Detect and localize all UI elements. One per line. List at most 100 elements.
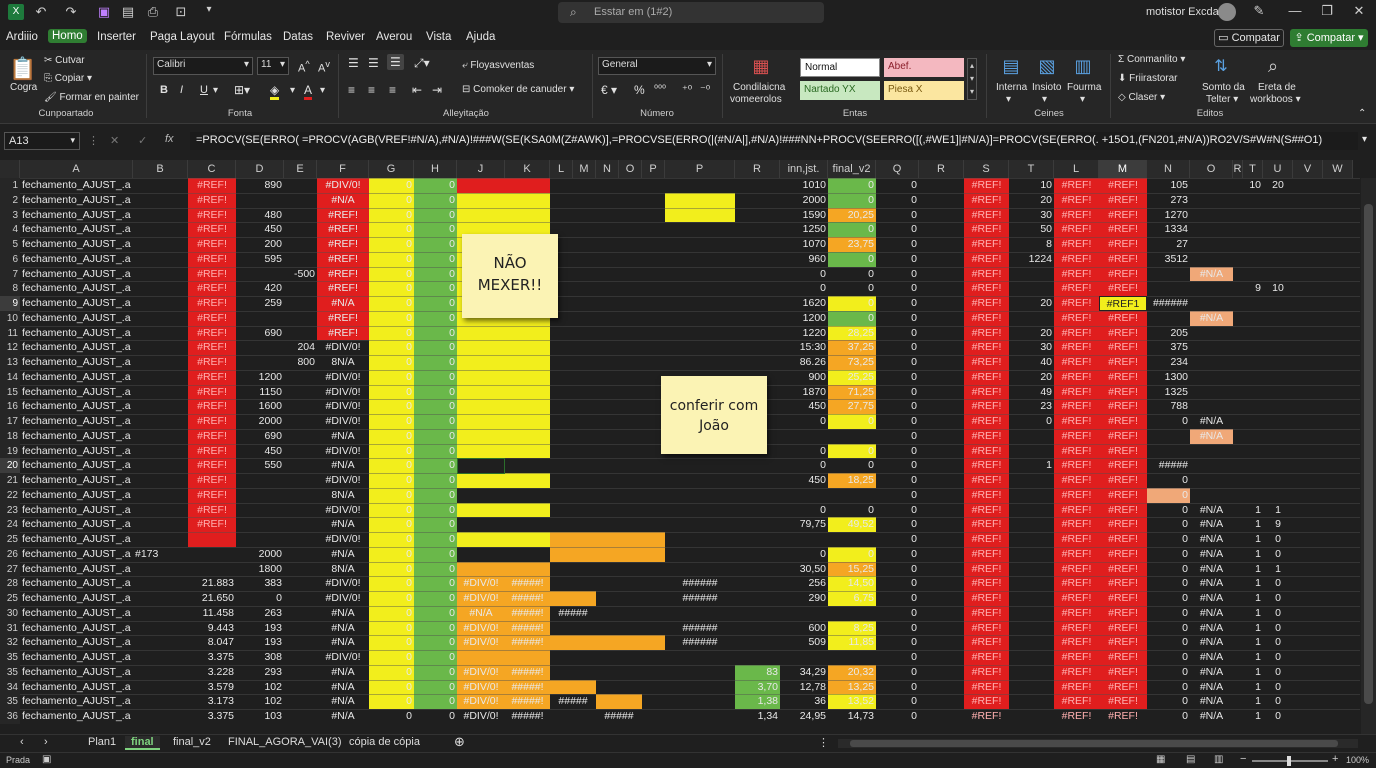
cell[interactable]: 3.228	[188, 665, 236, 680]
cell[interactable]: 1	[1243, 650, 1263, 665]
cell[interactable]: 0	[369, 429, 414, 444]
cell[interactable]: 0	[369, 237, 414, 252]
cell[interactable]: 83	[735, 665, 780, 680]
cell[interactable]: fechamento_AJUST_.a	[20, 296, 133, 311]
cell[interactable]: fechamento_AJUST_.a	[20, 399, 133, 414]
cell[interactable]: 8.047	[188, 635, 236, 650]
cell[interactable]: 21.650	[188, 591, 236, 606]
column-header[interactable]: T	[1243, 160, 1263, 178]
cell[interactable]: #DIV/0!	[317, 399, 369, 414]
cell[interactable]: 0	[369, 370, 414, 385]
cell[interactable]: #REF!	[964, 517, 1009, 532]
cell[interactable]: #N/A	[317, 547, 369, 562]
cell[interactable]: #REF!	[188, 385, 236, 400]
row-header[interactable]: 31	[0, 620, 20, 636]
cell[interactable]: 0	[876, 621, 919, 636]
cell[interactable]: 8N/A	[317, 562, 369, 577]
cell[interactable]: #REF!	[1054, 237, 1099, 252]
cell[interactable]: fechamento_AJUST_.a	[20, 444, 133, 459]
cell[interactable]: #DIV/0!	[317, 576, 369, 591]
cell[interactable]: 0	[828, 503, 876, 518]
column-header[interactable]: T	[1009, 160, 1054, 178]
fill-color-chevron-icon[interactable]: ▾	[290, 85, 295, 96]
column-header[interactable]: inn,jst.	[780, 160, 828, 178]
cell[interactable]: 0	[1263, 547, 1293, 562]
cell[interactable]: #REF!	[1054, 370, 1099, 385]
italic-button[interactable]: I	[180, 84, 183, 96]
cell[interactable]: 0	[780, 414, 828, 429]
cell[interactable]: #REF!	[188, 473, 236, 488]
cell[interactable]: #REF!	[1099, 222, 1147, 237]
cell[interactable]: fechamento_AJUST_.a	[20, 385, 133, 400]
enter-icon[interactable]: ✓	[138, 134, 147, 147]
cell[interactable]: #REF!	[964, 562, 1009, 577]
cell[interactable]: 6,75	[828, 591, 876, 606]
column-header[interactable]: P	[642, 160, 665, 178]
cell[interactable]: 27,75	[828, 399, 876, 414]
cell[interactable]: 0	[876, 355, 919, 370]
merge-center-button[interactable]: ⊟ Comoker de canuder ▾	[462, 84, 574, 95]
cell[interactable]: 0	[369, 326, 414, 341]
cell[interactable]: 0	[414, 326, 457, 341]
cell[interactable]: fechamento_AJUST_.a	[20, 267, 133, 282]
cell[interactable]: #REF!	[188, 517, 236, 532]
cell[interactable]: 0	[369, 311, 414, 326]
cell[interactable]: 0	[414, 576, 457, 591]
cell[interactable]: 0	[828, 252, 876, 267]
cell[interactable]: fechamento_AJUST_.a	[20, 208, 133, 223]
cell[interactable]: 1	[1263, 503, 1293, 518]
shrink-font-icon[interactable]: Av	[318, 59, 330, 75]
cell[interactable]: 0	[369, 385, 414, 400]
cell[interactable]: fechamento_AJUST_.a	[20, 503, 133, 518]
cell[interactable]: 20	[1009, 296, 1054, 311]
cell[interactable]: #REF!	[188, 355, 236, 370]
cell[interactable]: 1	[1243, 635, 1263, 650]
cell[interactable]: 0	[876, 606, 919, 621]
cell[interactable]: 0	[369, 606, 414, 621]
sheet-tab-final-v2[interactable]: final_v2	[173, 736, 211, 748]
cell[interactable]: 0	[369, 488, 414, 503]
cell[interactable]: #REF!	[964, 694, 1009, 709]
cell[interactable]: #REF!	[964, 709, 1009, 724]
cell[interactable]: 0	[369, 650, 414, 665]
column-header[interactable]: J	[457, 160, 505, 178]
cell[interactable]: #REF!	[188, 193, 236, 208]
select-all-corner[interactable]	[0, 160, 20, 178]
cell[interactable]: 13,25	[828, 680, 876, 695]
row-header[interactable]: 23	[0, 502, 20, 518]
scroll-tabs-left-icon[interactable]: ‹	[20, 736, 24, 748]
cell[interactable]: 0	[828, 281, 876, 296]
cell[interactable]: #REF!	[1099, 178, 1147, 193]
spreadsheet-grid[interactable]: A B C D E F G H J K L M N O P P Rinn,jst. final_v2 Q R S T L M N…	[0, 160, 1360, 734]
scroll-thumb[interactable]	[1364, 204, 1373, 704]
cell[interactable]: 73,25	[828, 355, 876, 370]
cell[interactable]: 0	[780, 267, 828, 282]
cell[interactable]: fechamento_AJUST_.a	[20, 694, 133, 709]
cell[interactable]: #DIV/0!	[457, 591, 505, 606]
column-header[interactable]: W	[1323, 160, 1353, 178]
cell[interactable]: 20	[1009, 193, 1054, 208]
horizontal-scroll-thumb[interactable]	[850, 740, 1338, 747]
cell[interactable]: #REF!	[1099, 370, 1147, 385]
delete-cells-label[interactable]: Insioto	[1032, 82, 1061, 93]
redo-icon[interactable]: ↷	[62, 4, 80, 20]
cell[interactable]: 1,38	[735, 694, 780, 709]
style-good[interactable]: Piesa X	[884, 81, 964, 100]
cell[interactable]: #REF!	[1054, 473, 1099, 488]
number-format-select[interactable]: General ▾	[598, 57, 716, 75]
cell[interactable]: 1010	[780, 178, 828, 193]
cell[interactable]: #DIV/0!	[317, 444, 369, 459]
cell[interactable]: #N/A	[317, 517, 369, 532]
cell[interactable]: 0	[876, 399, 919, 414]
cell[interactable]: #REF!	[317, 237, 369, 252]
underline-button[interactable]: U	[200, 84, 208, 96]
cell[interactable]: 24,95	[780, 709, 828, 724]
cell[interactable]: 0	[1147, 414, 1190, 429]
cell[interactable]: #REF!	[964, 399, 1009, 414]
cell[interactable]: #REF!	[1054, 444, 1099, 459]
cell[interactable]: ######	[665, 576, 735, 591]
cell[interactable]: #DIV/0!	[457, 694, 505, 709]
restore-icon[interactable]: ❐	[1318, 3, 1336, 19]
find-select-label[interactable]: Ereta de	[1258, 82, 1296, 93]
cell[interactable]: 0	[414, 621, 457, 636]
